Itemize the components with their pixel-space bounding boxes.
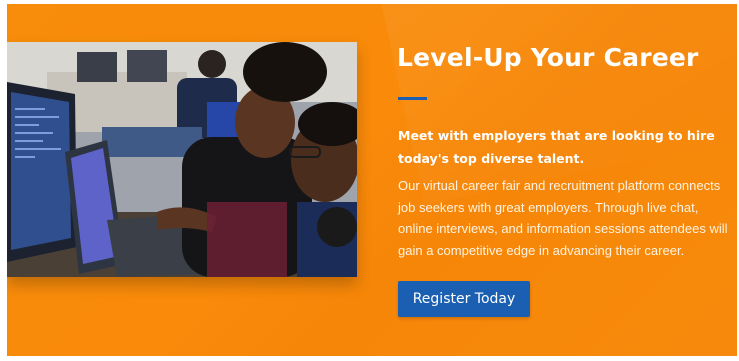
photo-back-monitor — [77, 52, 117, 82]
banner-title: Level-Up Your Career — [397, 43, 699, 72]
photo-man-headphones — [317, 207, 357, 247]
photo-woman-skirt — [207, 202, 287, 277]
photo-monitor-screen — [11, 92, 71, 250]
banner-lead-text: Meet with employers that are looking to … — [398, 128, 715, 166]
title-divider — [398, 97, 427, 100]
career-banner: Level-Up Your Career Meet with employers… — [7, 4, 737, 356]
photo-woman-hair — [243, 42, 327, 102]
photo-illustration — [7, 42, 357, 277]
photo-back-person-head — [198, 50, 226, 78]
photo-back-monitor-2 — [127, 50, 167, 82]
banner-photo — [7, 42, 357, 277]
register-today-button[interactable]: Register Today — [398, 281, 530, 317]
page: Level-Up Your Career Meet with employers… — [0, 0, 739, 361]
banner-body-text: Our virtual career fair and recruitment … — [398, 178, 728, 258]
